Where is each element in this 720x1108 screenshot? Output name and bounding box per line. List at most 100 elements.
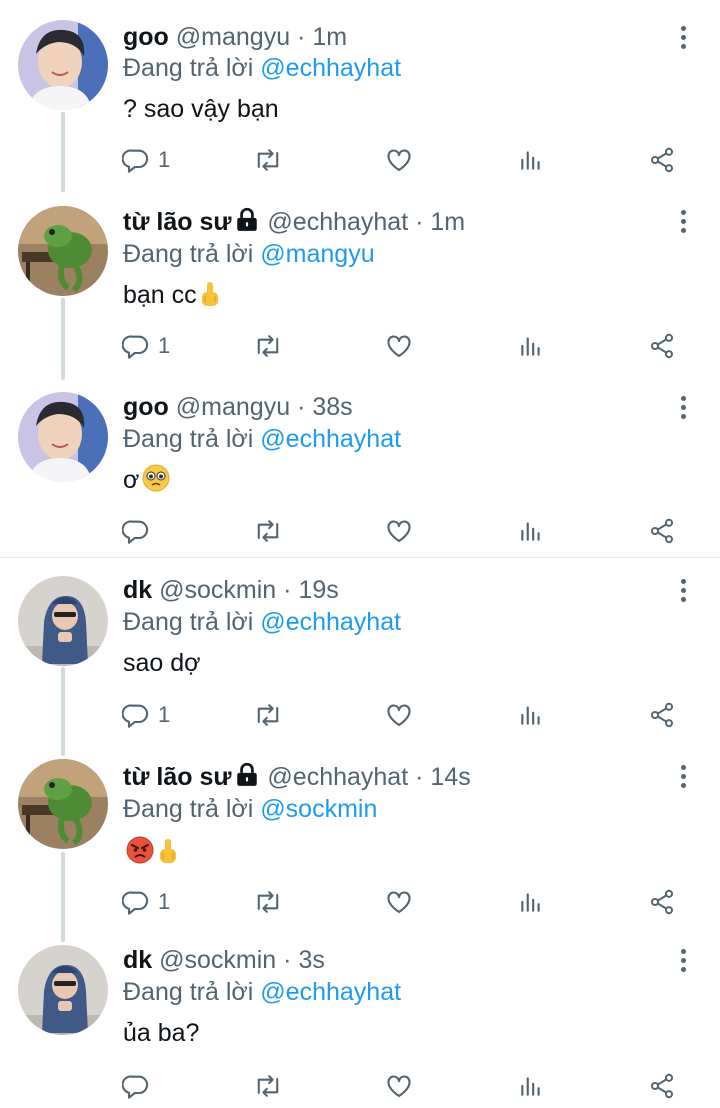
display-name[interactable]: dk <box>123 576 152 604</box>
display-name[interactable]: từ lão sư <box>123 763 231 791</box>
retweet-button[interactable] <box>253 514 283 548</box>
user-avatar[interactable] <box>18 206 108 296</box>
user-avatar[interactable] <box>18 392 108 482</box>
views-button[interactable] <box>518 698 544 732</box>
retweet-icon <box>257 149 279 171</box>
middle-finger-emoji <box>160 839 176 863</box>
user-avatar[interactable] <box>18 945 108 1035</box>
mention-link[interactable]: @echhayhat <box>260 608 401 636</box>
heart-icon <box>387 1075 411 1097</box>
reply-count: 1 <box>158 333 171 358</box>
display-name[interactable]: goo <box>123 393 169 421</box>
user-handle[interactable]: @sockmin <box>159 576 276 604</box>
lock-icon <box>237 762 258 786</box>
heart-icon <box>387 704 411 726</box>
mention-link[interactable]: @echhayhat <box>260 54 401 82</box>
thread-connector <box>61 298 65 380</box>
share-button[interactable] <box>648 1069 676 1103</box>
mention-link[interactable]: @echhayhat <box>260 425 401 453</box>
timestamp[interactable]: · 38s <box>297 393 353 421</box>
reply-button[interactable]: 1 <box>122 698 170 732</box>
views-button[interactable] <box>518 885 544 919</box>
heart-icon <box>387 520 411 542</box>
heart-icon <box>387 149 411 171</box>
more-options-icon[interactable] <box>671 575 695 605</box>
replying-to: Đang trả lời @echhayhat <box>123 605 401 639</box>
timestamp[interactable]: · 3s <box>283 946 325 974</box>
thread-connector <box>61 667 65 756</box>
tweet-actions <box>120 1069 690 1103</box>
reply-count: 1 <box>158 889 171 914</box>
reply-icon <box>122 149 149 173</box>
user-handle[interactable]: @mangyu <box>176 23 290 51</box>
thread-divider <box>0 557 720 558</box>
user-avatar[interactable] <box>18 20 108 110</box>
retweet-button[interactable] <box>253 329 283 363</box>
share-button[interactable] <box>648 885 676 919</box>
display-name[interactable]: goo <box>123 23 169 51</box>
thread-connector <box>61 852 65 942</box>
user-handle[interactable]: @echhayhat <box>267 208 408 236</box>
more-options-icon[interactable] <box>671 761 695 791</box>
views-button[interactable] <box>518 143 544 177</box>
user-avatar[interactable] <box>18 576 108 666</box>
tweet-text-content: ơ <box>123 466 140 494</box>
tweet-text: ? sao vậy bạn <box>123 91 279 127</box>
reply-button[interactable]: 1 <box>122 329 170 363</box>
views-button[interactable] <box>518 329 544 363</box>
user-handle[interactable]: @sockmin <box>159 946 276 974</box>
retweet-button[interactable] <box>253 1069 283 1103</box>
retweet-button[interactable] <box>253 143 283 177</box>
replying-to: Đang trả lời @echhayhat <box>123 975 401 1009</box>
share-button[interactable] <box>648 329 676 363</box>
user-avatar[interactable] <box>18 759 108 849</box>
like-button[interactable] <box>385 514 413 548</box>
reply-button[interactable]: 1 <box>122 143 170 177</box>
replying-to-label: Đang trả lời <box>123 608 254 636</box>
share-button[interactable] <box>648 514 676 548</box>
share-button[interactable] <box>648 698 676 732</box>
share-button[interactable] <box>648 143 676 177</box>
mention-link[interactable]: @sockmin <box>260 795 377 823</box>
retweet-button[interactable] <box>253 885 283 919</box>
retweet-button[interactable] <box>253 698 283 732</box>
more-options-icon[interactable] <box>671 206 695 236</box>
timestamp[interactable]: · 1m <box>297 23 347 51</box>
tweet-header: goo @mangyu · 1m <box>123 20 347 54</box>
mention-link[interactable]: @echhayhat <box>260 978 401 1006</box>
angry-face-emoji <box>126 836 154 864</box>
thread-connector <box>61 112 65 192</box>
replying-to-label: Đang trả lời <box>123 425 254 453</box>
more-options-icon[interactable] <box>671 392 695 422</box>
views-button[interactable] <box>518 514 544 548</box>
pleading-face-emoji <box>142 464 170 492</box>
tweet-text: ơ <box>123 462 171 498</box>
reply-button[interactable] <box>122 514 150 548</box>
heart-icon <box>387 335 411 357</box>
display-name[interactable]: từ lão sư <box>123 208 231 236</box>
like-button[interactable] <box>385 143 413 177</box>
reply-button[interactable]: 1 <box>122 885 170 919</box>
tweet-actions: 1 <box>120 698 690 732</box>
timestamp[interactable]: · 14s <box>415 763 471 791</box>
reply-icon <box>122 520 149 544</box>
share-icon <box>650 518 674 544</box>
like-button[interactable] <box>385 698 413 732</box>
user-handle[interactable]: @mangyu <box>176 393 290 421</box>
more-options-icon[interactable] <box>671 22 695 52</box>
tweet-text: ủa ba? <box>123 1015 199 1051</box>
like-button[interactable] <box>385 329 413 363</box>
display-name[interactable]: dk <box>123 946 152 974</box>
more-options-icon[interactable] <box>671 945 695 975</box>
views-icon <box>521 337 540 356</box>
user-handle[interactable]: @echhayhat <box>267 763 408 791</box>
replying-to-label: Đang trả lời <box>123 54 254 82</box>
like-button[interactable] <box>385 1069 413 1103</box>
mention-link[interactable]: @mangyu <box>260 240 374 268</box>
tweet-header: từ lão sư @echhayhat · 14s <box>123 760 471 794</box>
timestamp[interactable]: · 1m <box>415 208 465 236</box>
views-button[interactable] <box>518 1069 544 1103</box>
like-button[interactable] <box>385 885 413 919</box>
reply-button[interactable] <box>122 1069 150 1103</box>
timestamp[interactable]: · 19s <box>283 576 339 604</box>
